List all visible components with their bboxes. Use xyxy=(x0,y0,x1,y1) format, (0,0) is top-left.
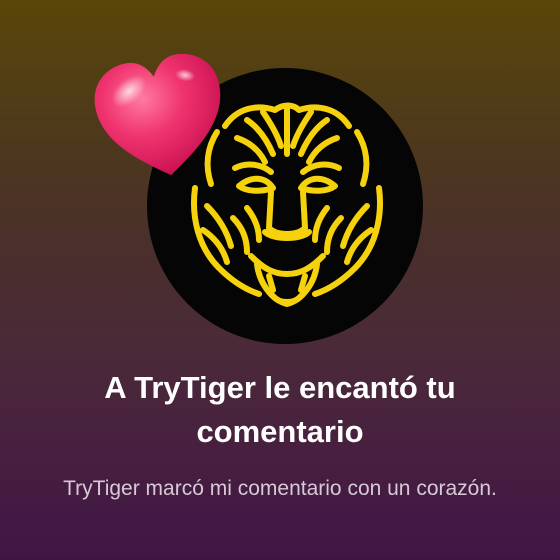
heart-reaction xyxy=(92,52,230,182)
heart-icon xyxy=(94,53,221,176)
notification-title: A TryTiger le encantó tu comentario xyxy=(104,370,456,449)
notification-subtitle: TryTiger marcó mi comentario con un cora… xyxy=(63,477,497,500)
